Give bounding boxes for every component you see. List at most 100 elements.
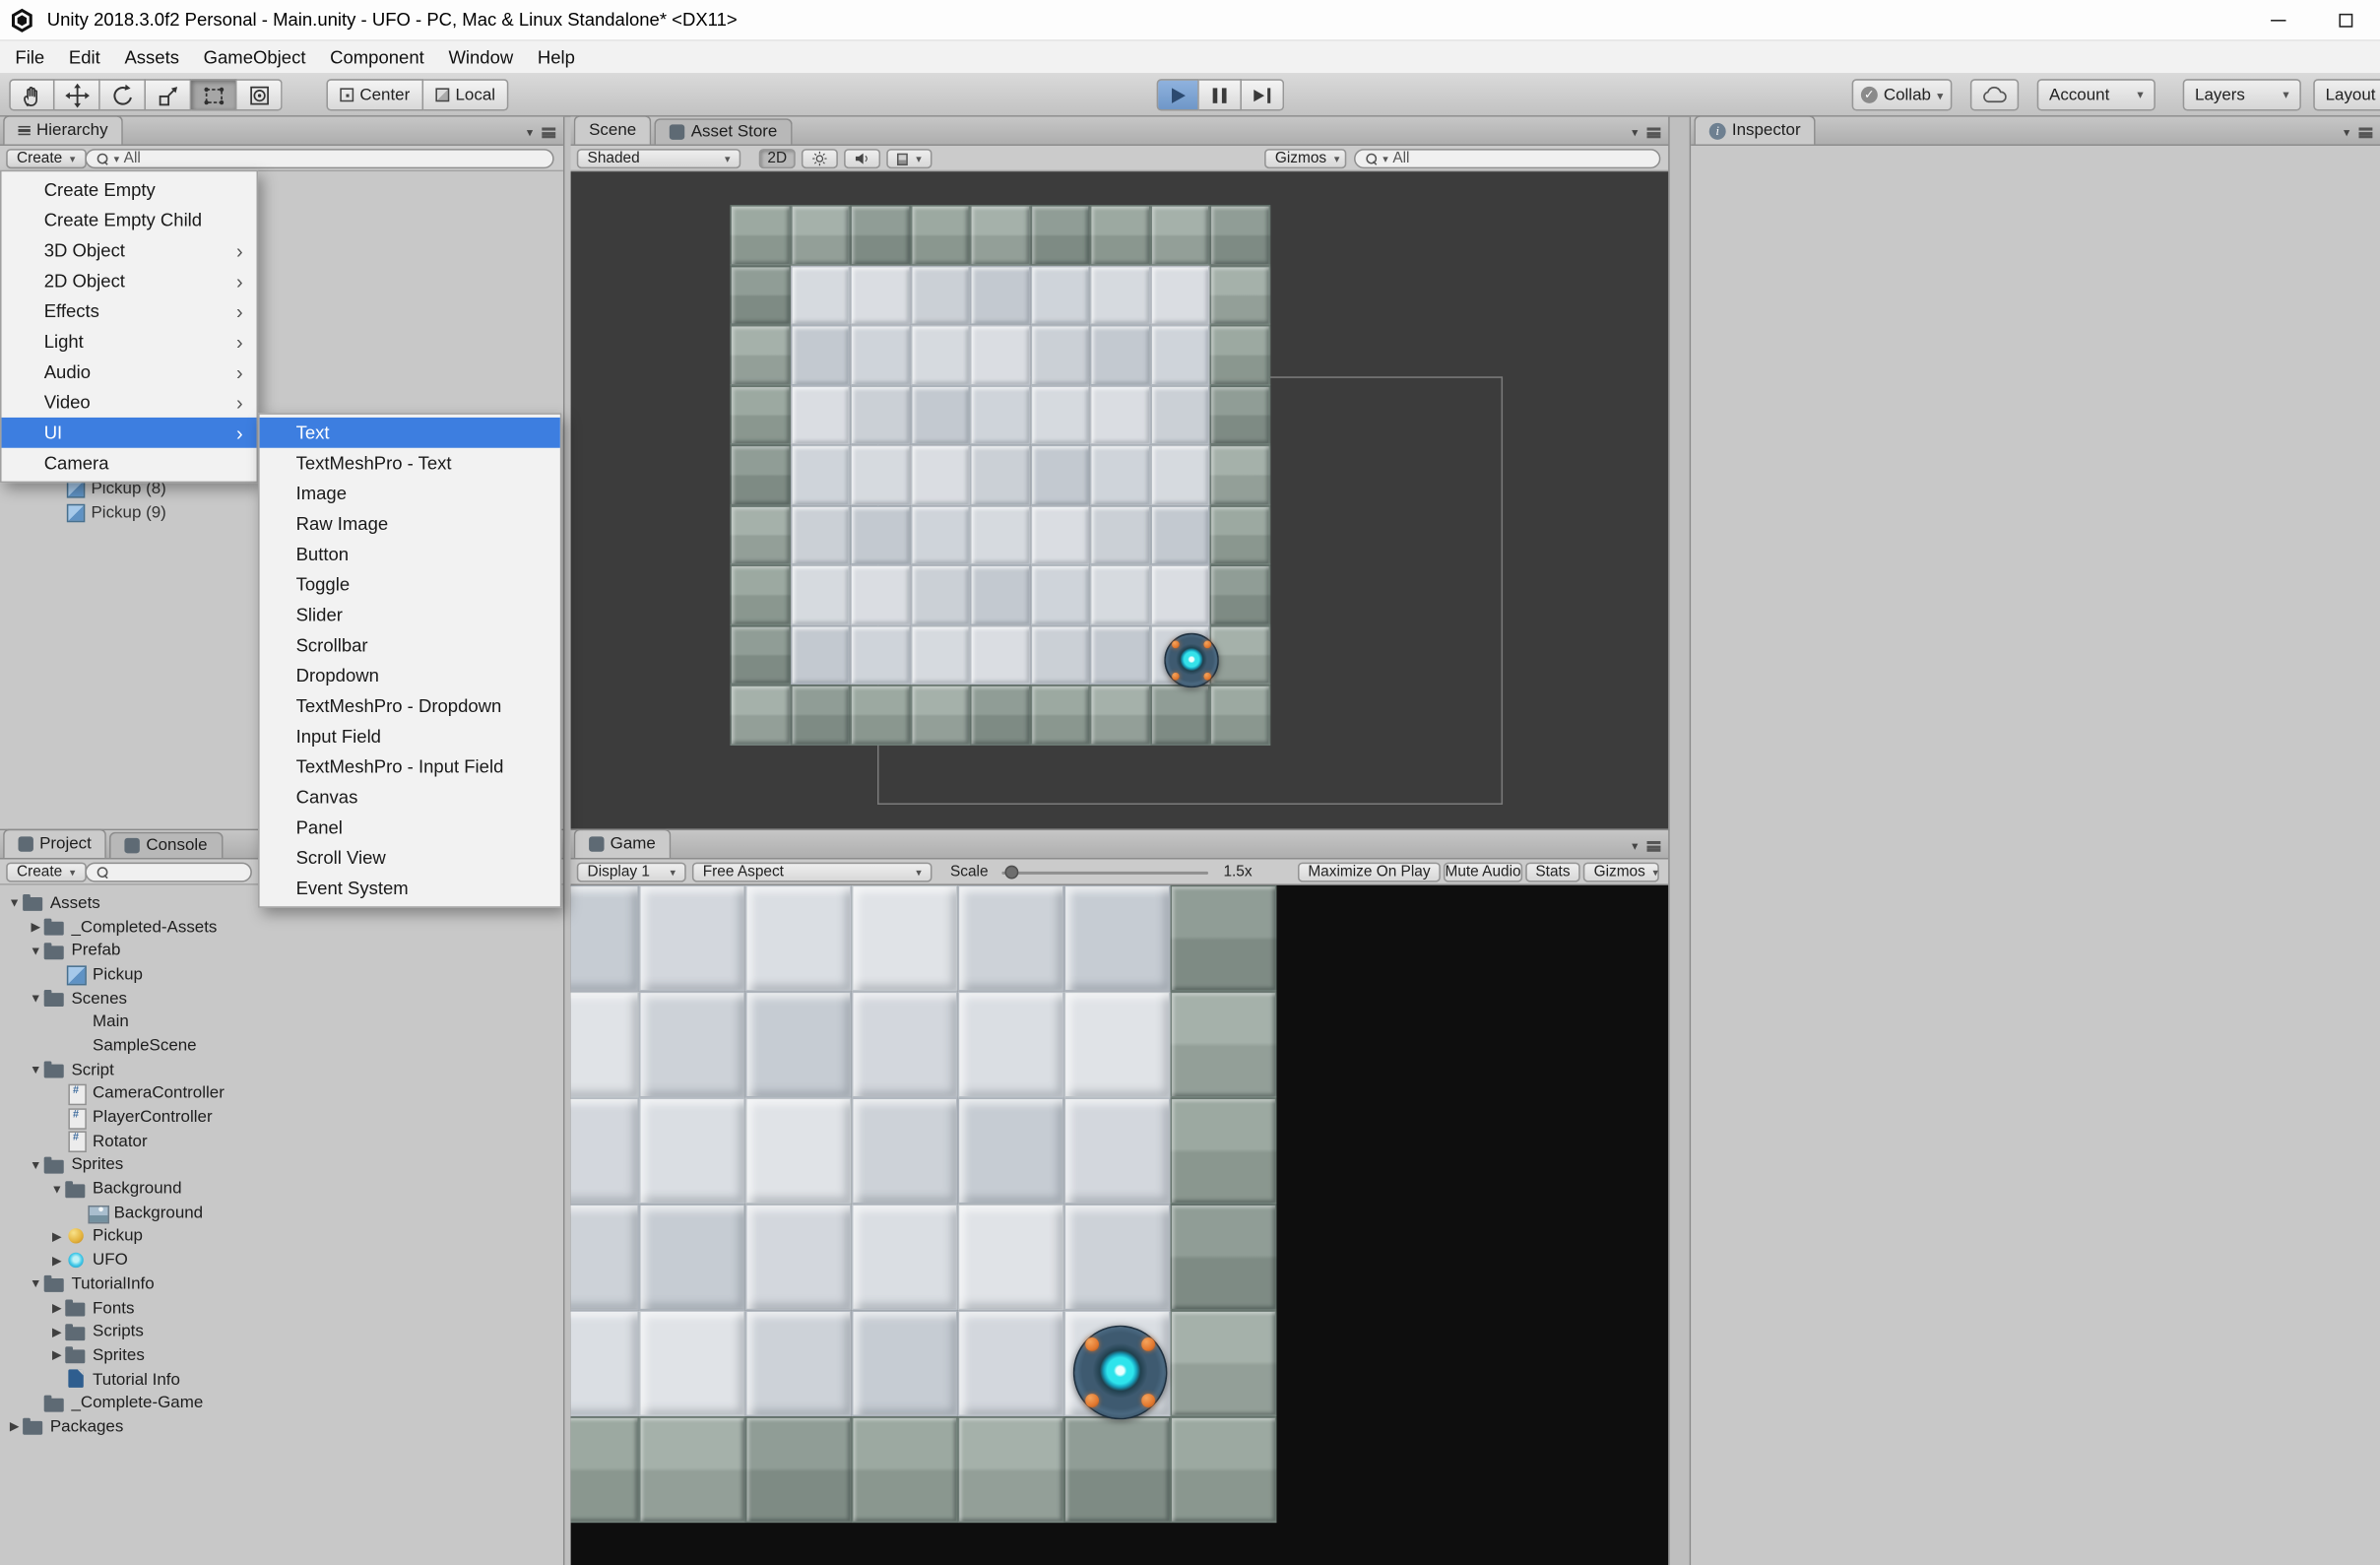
project-item-scenes[interactable]: Scenes: [0, 987, 563, 1011]
menu-item-2d-object[interactable]: 2D Object: [2, 266, 257, 296]
maximize-button[interactable]: [2312, 0, 2380, 41]
tab-asset-store[interactable]: Asset Store: [655, 118, 793, 144]
tree-closed-arrow-icon[interactable]: [48, 1325, 65, 1338]
tree-closed-arrow-icon[interactable]: [28, 920, 44, 934]
tree-open-arrow-icon[interactable]: [28, 1158, 44, 1172]
tab-game[interactable]: Game: [574, 829, 672, 858]
pivot-center-button[interactable]: Center: [326, 79, 423, 110]
submenu-item-textmeshpro-dropdown[interactable]: TextMeshPro - Dropdown: [260, 690, 560, 721]
panel-dropdown-icon[interactable]: [2344, 123, 2349, 141]
project-create-button[interactable]: Create: [6, 863, 86, 882]
tree-closed-arrow-icon[interactable]: [6, 1420, 23, 1434]
submenu-item-scrollbar[interactable]: Scrollbar: [260, 630, 560, 661]
rect-tool-button[interactable]: [191, 79, 236, 110]
project-item-cameracontroller[interactable]: CameraController: [0, 1081, 563, 1105]
hierarchy-create-button[interactable]: Create: [6, 149, 86, 168]
submenu-item-event-system[interactable]: Event System: [260, 873, 560, 903]
scale-slider-track[interactable]: [1001, 872, 1208, 875]
scale-tool-button[interactable]: [146, 79, 191, 110]
menu-item-ui[interactable]: UI: [2, 418, 257, 448]
submenu-item-image[interactable]: Image: [260, 479, 560, 509]
mute-audio-toggle[interactable]: Mute Audio: [1444, 863, 1522, 882]
panel-dropdown-icon[interactable]: [527, 123, 533, 141]
space-local-button[interactable]: Local: [423, 79, 509, 110]
maximize-on-play-toggle[interactable]: Maximize On Play: [1298, 863, 1441, 882]
project-search-input[interactable]: [85, 863, 252, 882]
menu-gameobject[interactable]: GameObject: [191, 41, 317, 73]
project-item-fonts[interactable]: Fonts: [0, 1296, 563, 1320]
project-item-packages[interactable]: Packages: [0, 1415, 563, 1439]
project-item-samplescene[interactable]: SampleScene: [0, 1034, 563, 1058]
project-item-prefab[interactable]: Prefab: [0, 939, 563, 962]
project-item-completed-assets[interactable]: _Completed-Assets: [0, 915, 563, 939]
rotate-tool-button[interactable]: [100, 79, 146, 110]
tree-closed-arrow-icon[interactable]: [48, 1230, 65, 1244]
project-item-pickup[interactable]: Pickup: [0, 1224, 563, 1248]
move-tool-button[interactable]: [54, 79, 99, 110]
tree-open-arrow-icon[interactable]: [28, 1063, 44, 1076]
menu-item-light[interactable]: Light: [2, 326, 257, 357]
scene-audio-toggle[interactable]: [844, 149, 880, 168]
submenu-item-textmeshpro-input-field[interactable]: TextMeshPro - Input Field: [260, 751, 560, 782]
layers-dropdown[interactable]: Layers: [2183, 79, 2301, 110]
hierarchy-search-input[interactable]: All: [85, 149, 553, 168]
panel-dropdown-icon[interactable]: [1632, 836, 1638, 854]
menu-help[interactable]: Help: [526, 41, 588, 73]
2d-mode-toggle[interactable]: 2D: [759, 149, 796, 168]
submenu-item-button[interactable]: Button: [260, 539, 560, 569]
tree-closed-arrow-icon[interactable]: [48, 1301, 65, 1315]
menu-component[interactable]: Component: [318, 41, 436, 73]
menu-item-create-empty-child[interactable]: Create Empty Child: [2, 205, 257, 235]
project-item-pickup[interactable]: Pickup: [0, 962, 563, 986]
transform-tool-button[interactable]: [236, 79, 282, 110]
submenu-item-canvas[interactable]: Canvas: [260, 782, 560, 813]
tree-closed-arrow-icon[interactable]: [48, 1254, 65, 1268]
ufo-sprite-scene[interactable]: [1164, 633, 1218, 687]
play-button[interactable]: [1157, 79, 1199, 110]
menu-item-camera[interactable]: Camera: [2, 448, 257, 479]
tree-open-arrow-icon[interactable]: [28, 1277, 44, 1291]
hand-tool-button[interactable]: [9, 79, 54, 110]
submenu-item-textmeshpro-text[interactable]: TextMeshPro - Text: [260, 448, 560, 479]
project-item-tutorialinfo[interactable]: TutorialInfo: [0, 1272, 563, 1296]
tree-open-arrow-icon[interactable]: [28, 944, 44, 957]
tree-open-arrow-icon[interactable]: [6, 896, 23, 910]
tab-scene[interactable]: Scene: [574, 115, 652, 144]
menu-file[interactable]: File: [3, 41, 56, 73]
project-item-playercontroller[interactable]: PlayerController: [0, 1106, 563, 1130]
project-item-main[interactable]: Main: [0, 1011, 563, 1034]
cloud-button[interactable]: [1970, 79, 2019, 110]
menu-item-3d-object[interactable]: 3D Object: [2, 235, 257, 266]
project-item-rotator[interactable]: Rotator: [0, 1130, 563, 1153]
submenu-item-scroll-view[interactable]: Scroll View: [260, 843, 560, 874]
account-dropdown[interactable]: Account: [2037, 79, 2155, 110]
tree-open-arrow-icon[interactable]: [48, 1182, 65, 1196]
scene-gizmos-dropdown[interactable]: Gizmos: [1264, 149, 1346, 168]
panel-menu-icon[interactable]: [542, 127, 555, 138]
aspect-ratio-dropdown[interactable]: Free Aspect: [692, 863, 933, 882]
scene-viewport[interactable]: [571, 171, 1669, 828]
tab-console[interactable]: Console: [109, 832, 223, 858]
tree-open-arrow-icon[interactable]: [28, 992, 44, 1006]
menu-item-create-empty[interactable]: Create Empty: [2, 174, 257, 205]
panel-dropdown-icon[interactable]: [1632, 123, 1638, 141]
submenu-item-dropdown[interactable]: Dropdown: [260, 661, 560, 691]
project-item-ufo[interactable]: UFO: [0, 1249, 563, 1272]
menu-item-effects[interactable]: Effects: [2, 296, 257, 327]
game-viewport[interactable]: [571, 885, 1669, 1565]
menu-item-video[interactable]: Video: [2, 387, 257, 418]
tab-hierarchy[interactable]: Hierarchy: [3, 115, 123, 144]
project-item-scripts[interactable]: Scripts: [0, 1320, 563, 1343]
tab-project[interactable]: Project: [3, 829, 106, 858]
pause-button[interactable]: [1199, 79, 1242, 110]
scene-lighting-toggle[interactable]: [802, 149, 838, 168]
panel-menu-icon[interactable]: [1647, 127, 1661, 138]
submenu-item-toggle[interactable]: Toggle: [260, 569, 560, 600]
menu-assets[interactable]: Assets: [112, 41, 191, 73]
project-item-script[interactable]: Script: [0, 1058, 563, 1081]
submenu-item-raw-image[interactable]: Raw Image: [260, 508, 560, 539]
scale-slider-thumb[interactable]: [1004, 866, 1018, 880]
tree-closed-arrow-icon[interactable]: [48, 1348, 65, 1362]
menu-window[interactable]: Window: [436, 41, 525, 73]
scene-effects-dropdown[interactable]: [886, 149, 932, 168]
